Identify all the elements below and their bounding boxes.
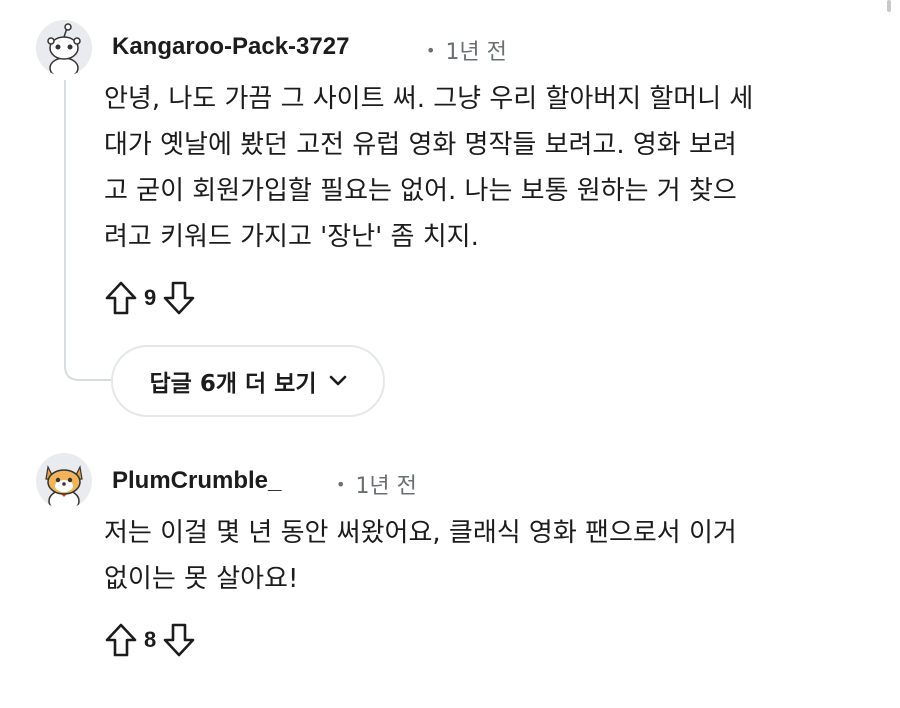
comment-body: 저는 이걸 몇 년 동안 써왔어요, 클래식 영화 팬으로서 이거 없이는 못 … xyxy=(104,510,874,602)
shiba-avatar-icon xyxy=(36,453,92,509)
thread-branch-line xyxy=(64,360,114,381)
snoo-avatar-icon xyxy=(36,20,92,76)
comment-meta: • 1년 전 xyxy=(336,468,417,500)
more-replies-button[interactable]: 답글 6개 더 보기 xyxy=(111,345,385,417)
comment-author[interactable]: PlumCrumble_ xyxy=(112,467,281,495)
vote-score: 8 xyxy=(144,627,157,652)
comment-line: 려고 키워드 가지고 '장난' 좀 치지. xyxy=(104,222,479,252)
upvote-button[interactable] xyxy=(104,280,138,316)
comment-line: 저는 이걸 몇 년 동안 써왔어요, 클래식 영화 팬으로서 이거 xyxy=(104,518,737,548)
comment-line: 안녕, 나도 가끔 그 사이트 써. 그냥 우리 할아버지 할머니 세 xyxy=(104,84,754,114)
more-replies-label: 답글 6개 더 보기 xyxy=(149,371,317,397)
comment-line: 없이는 못 살아요! xyxy=(104,564,299,594)
vote-bar: 8 xyxy=(104,622,196,658)
comment-meta: • 1년 전 xyxy=(426,34,507,66)
downvote-button[interactable] xyxy=(162,280,196,316)
chevron-down-icon xyxy=(329,375,346,386)
comment-author[interactable]: Kangaroo-Pack-3727 xyxy=(112,33,349,61)
comment-time: 1년 전 xyxy=(445,40,507,65)
comment-time: 1년 전 xyxy=(355,474,417,499)
downvote-arrow-icon xyxy=(163,623,195,657)
comment-line: 대가 옛날에 봤던 고전 유럽 영화 명작들 보려고. 영화 보려 xyxy=(104,130,737,160)
downvote-arrow-icon xyxy=(163,281,195,315)
upvote-button[interactable] xyxy=(104,622,138,658)
thread-line xyxy=(64,80,66,365)
comment-line: 고 굳이 회원가입할 필요는 없어. 나는 보통 원하는 거 찾으 xyxy=(104,176,737,206)
upvote-arrow-icon xyxy=(105,623,137,657)
upvote-arrow-icon xyxy=(105,281,137,315)
comment-body: 안녕, 나도 가끔 그 사이트 써. 그냥 우리 할아버지 할머니 세 대가 옛… xyxy=(104,76,874,260)
separator-dot: • xyxy=(426,41,436,60)
avatar[interactable] xyxy=(36,20,92,76)
vote-score: 9 xyxy=(144,285,157,310)
scrollbar-thumb[interactable] xyxy=(887,0,891,12)
avatar[interactable] xyxy=(36,453,92,509)
vote-bar: 9 xyxy=(104,280,196,316)
downvote-button[interactable] xyxy=(162,622,196,658)
separator-dot: • xyxy=(336,475,346,494)
